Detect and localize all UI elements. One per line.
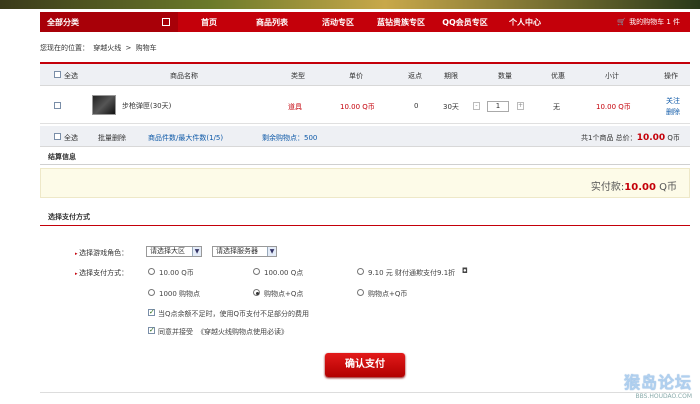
agree-terms-prefix: 同意并接受 <box>158 328 193 336</box>
col-header-name: 商品名称 <box>170 72 198 80</box>
bottom-divider <box>40 392 690 393</box>
summary-total: 10.00 <box>636 133 666 143</box>
select-all-checkbox[interactable] <box>54 71 61 78</box>
agree-terms-checkbox[interactable] <box>148 326 155 334</box>
cart-table-footer: 全选 批量删除 商品件数/最大件数(1/5) 剩余购物点：500 共1个商品 总… <box>40 126 690 147</box>
method-label: 选择支付方式： <box>75 268 128 278</box>
col-header-type: 类型 <box>291 72 305 80</box>
cart-icon: 🛒 <box>617 18 627 26</box>
region-select[interactable]: 请选择大区 ▼ <box>146 246 202 257</box>
col-header-rebate: 返点 <box>408 72 422 80</box>
pay-option-points-qcoin-radio[interactable] <box>357 289 364 296</box>
cart-item-row: 步枪弹匣(30天) 道具 10.00 Q币 0 30天 - 1 + 无 10.0… <box>40 86 690 124</box>
main-nav: 全部分类 首页 商品列表 活动专区 蓝钻贵族专区 QQ会员专区 个人中心 🛒 我… <box>40 12 690 32</box>
pay-option-tenpay-radio[interactable] <box>357 268 364 275</box>
item-type: 道具 <box>288 103 302 111</box>
server-select-value: 请选择服务器 <box>216 247 258 255</box>
item-count-info: 商品件数/最大件数(1/5) <box>148 134 224 142</box>
qty-increase-button[interactable]: + <box>517 102 524 110</box>
breadcrumb-prefix: 您现在的位置： <box>40 44 89 52</box>
item-price: 10.00 Q币 <box>340 103 375 111</box>
region-select-value: 请选择大区 <box>150 247 185 255</box>
qty-input[interactable]: 1 <box>487 101 509 112</box>
item-term: 30天 <box>443 103 459 111</box>
delete-link[interactable]: 删除 <box>666 107 680 117</box>
col-header-discount: 优惠 <box>551 72 565 80</box>
paid-value: 10.00 <box>624 182 656 193</box>
paid-unit: Q币 <box>659 182 677 193</box>
qcoin-fallback-label: 当Q点余额不足时，使用Q币支付不足部分的费用 <box>158 310 310 318</box>
confirm-pay-button[interactable]: 确认支付 <box>325 353 405 377</box>
item-discount: 无 <box>553 103 560 111</box>
nav-item-activity[interactable]: 活动专区 <box>315 17 361 28</box>
pay-option-points-radio[interactable] <box>148 289 155 296</box>
pay-option-qpoint-radio[interactable] <box>253 268 260 275</box>
cart-label: 我的购物车 1 件 <box>629 18 680 26</box>
pay-option-qpoint-label: 100.00 Q点 <box>264 269 304 277</box>
footer-select-all-label: 全选 <box>64 134 78 142</box>
category-toggle-icon <box>162 18 170 26</box>
pay-option-points-qpoint-radio[interactable] <box>253 289 260 296</box>
all-categories-label: 全部分类 <box>47 17 79 27</box>
item-thumbnail[interactable] <box>92 95 116 115</box>
pay-option-points-label: 1000 购物点 <box>159 290 201 298</box>
server-select[interactable]: 请选择服务器 ▼ <box>212 246 277 257</box>
pay-option-tenpay-label: 9.10 元 财付通欺支付9.1折 <box>368 269 456 277</box>
terms-link[interactable]: 《穿越火线购物点使用必读》 <box>197 327 288 337</box>
breadcrumb: 您现在的位置： 穿越火线 > 购物车 <box>40 43 159 53</box>
breadcrumb-site[interactable]: 穿越火线 <box>93 44 121 52</box>
remaining-points-text: 剩余购物点：500 <box>262 134 318 142</box>
qty-decrease-button[interactable]: - <box>473 102 480 110</box>
col-header-subtotal: 小计 <box>605 72 619 80</box>
summary-unit: Q币 <box>667 134 680 142</box>
top-banner-strip <box>0 0 700 9</box>
pay-option-points-qpoint-label: 购物点+Q点 <box>264 290 304 298</box>
pay-option-qcoin-label: 10.00 Q币 <box>159 269 194 277</box>
nav-item-product-list[interactable]: 商品列表 <box>249 17 295 28</box>
cart-link[interactable]: 🛒 我的购物车 1 件 <box>617 12 680 32</box>
qcoin-fallback-checkbox[interactable] <box>148 308 155 316</box>
watermark: 猴岛论坛 BBS.HOUDAO.COM <box>624 369 692 400</box>
paid-amount: 实付款:10.00 Q币 <box>591 178 677 193</box>
server-dropdown-icon: ▼ <box>267 247 276 256</box>
cart-table-header: 全选 商品名称 类型 单价 返点 期限 数量 优惠 小计 操作 <box>40 64 690 86</box>
pay-option-qcoin-radio[interactable] <box>148 268 155 275</box>
breadcrumb-sep: > <box>125 44 132 52</box>
region-dropdown-icon: ▼ <box>192 247 201 256</box>
payment-title: 选择支付方式 <box>48 213 90 221</box>
remaining-points: 剩余购物点：500 <box>262 133 317 143</box>
col-header-qty: 数量 <box>498 72 512 80</box>
cart-summary: 共1个商品 总价：10.00 Q币 <box>581 133 680 143</box>
paid-label: 实付款: <box>590 182 625 193</box>
settlement-box: 实付款:10.00 Q币 <box>40 168 690 198</box>
nav-item-qq-member[interactable]: QQ会员专区 <box>436 17 494 28</box>
batch-delete-button[interactable]: 批量删除 <box>98 133 126 143</box>
tenpay-badge-icon: ◘ <box>462 267 468 275</box>
nav-item-home[interactable]: 首页 <box>195 17 223 28</box>
pay-option-points-qcoin-label: 购物点+Q币 <box>368 290 408 298</box>
nav-item-blue-diamond[interactable]: 蓝钻贵族专区 <box>368 17 434 28</box>
payment-divider <box>40 225 690 226</box>
follow-link[interactable]: 关注 <box>666 96 680 106</box>
nav-item-user-center[interactable]: 个人中心 <box>502 17 548 28</box>
item-checkbox[interactable] <box>54 102 61 109</box>
watermark-main: 猴岛论坛 <box>623 373 692 392</box>
all-categories-menu[interactable]: 全部分类 <box>40 12 178 32</box>
item-subtotal: 10.00 Q币 <box>596 103 631 111</box>
summary-prefix: 共1个商品 总价： <box>581 134 637 142</box>
breadcrumb-page: 购物车 <box>135 44 157 52</box>
item-rebate: 0 <box>414 102 419 110</box>
item-name[interactable]: 步枪弹匣(30天) <box>122 101 171 111</box>
select-all-label: 全选 <box>64 72 78 80</box>
watermark-sub: BBS.HOUDAO.COM <box>635 393 692 400</box>
col-header-actions: 操作 <box>664 72 678 80</box>
settlement-title: 结算信息 <box>40 149 690 165</box>
col-header-price: 单价 <box>349 72 363 80</box>
col-header-term: 期限 <box>444 72 458 80</box>
role-label: 选择游戏角色： <box>75 248 128 258</box>
footer-select-all-checkbox[interactable] <box>54 133 61 140</box>
